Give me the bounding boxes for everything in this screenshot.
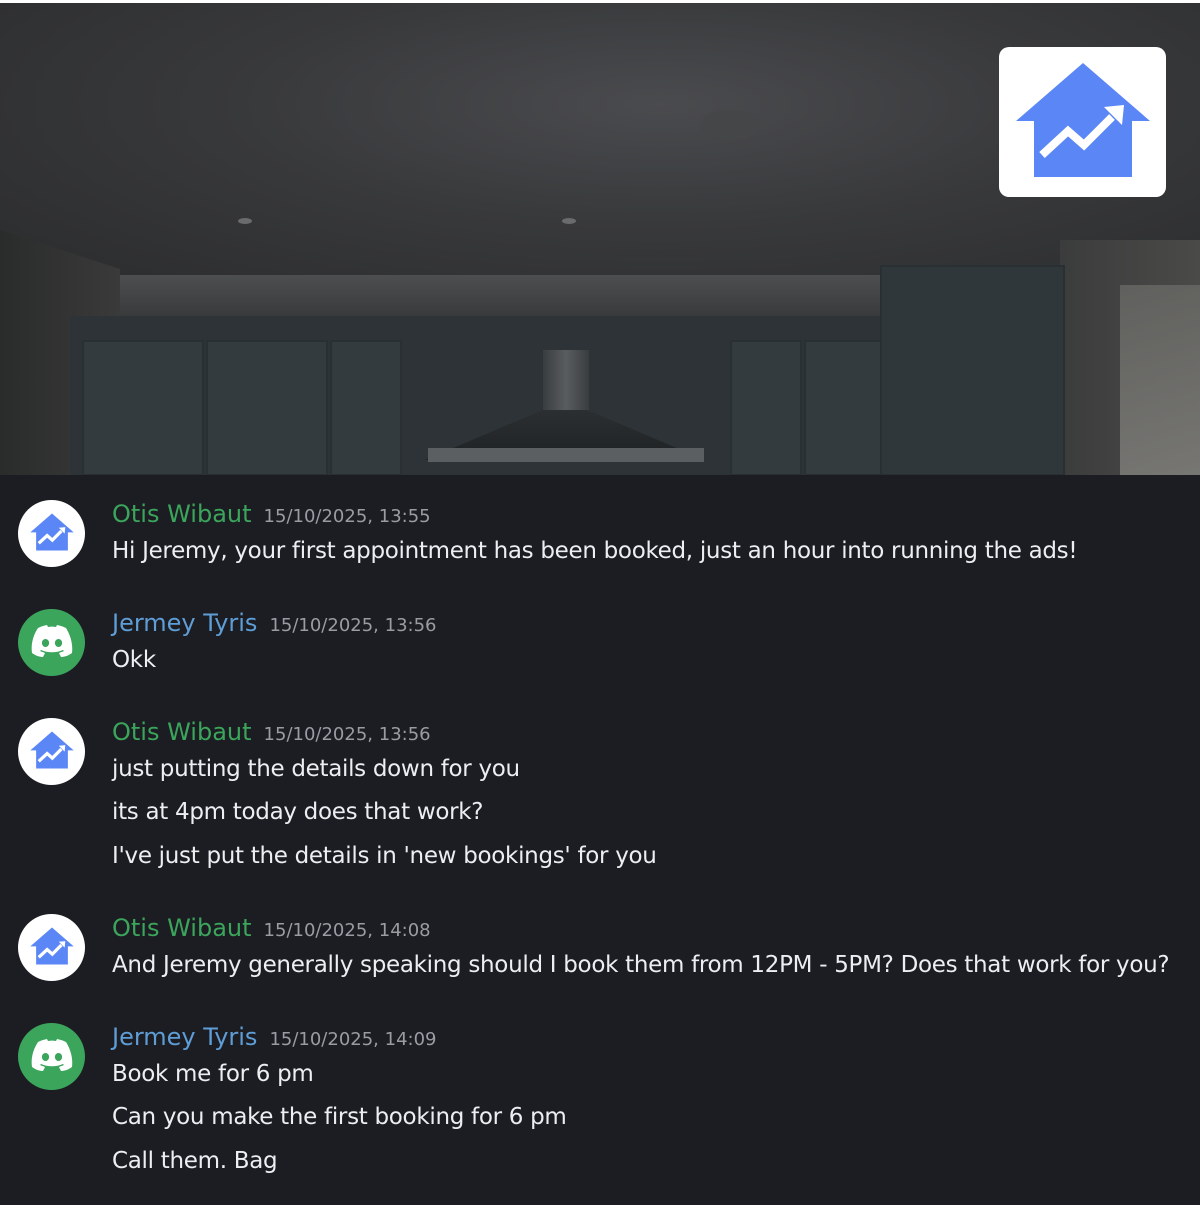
message-timestamp: 15/10/2025, 13:56 [263,724,431,745]
extractor-hood-base [428,448,704,462]
message-header: Otis Wibaut 15/10/2025, 14:08 [112,914,431,950]
brand-logo [999,47,1166,197]
avatar[interactable] [18,609,85,676]
author-name[interactable]: Otis Wibaut [112,500,252,528]
message-text: Call them. Bag [112,1148,278,1174]
ceiling-light [238,218,252,224]
house-chart-icon [29,926,75,970]
chat-message-list: Otis Wibaut 15/10/2025, 13:55 Hi Jeremy, … [0,475,1200,1205]
cabinet-door [206,340,328,475]
banner-window [1120,285,1200,475]
author-name[interactable]: Jermey Tyris [112,1023,257,1051]
message-text: And Jeremy generally speaking should I b… [112,952,1170,978]
message-header: Otis Wibaut 15/10/2025, 13:56 [112,718,431,754]
house-chart-icon [29,730,75,774]
message-header: Jermey Tyris 15/10/2025, 13:56 [112,609,437,645]
message-text: Hi Jeremy, your first appointment has be… [112,538,1078,564]
message-timestamp: 15/10/2025, 13:55 [263,506,431,527]
cabinet-door [330,340,402,475]
message-text: I've just put the details in 'new bookin… [112,843,657,869]
house-chart-icon [1012,59,1154,185]
avatar[interactable] [18,914,85,981]
discord-icon [31,1038,73,1075]
message-text: Can you make the first booking for 6 pm [112,1104,567,1130]
avatar[interactable] [18,718,85,785]
avatar[interactable] [18,500,85,567]
tall-cabinet [880,265,1065,475]
extractor-chimney [543,350,589,412]
message-timestamp: 15/10/2025, 14:09 [269,1029,437,1050]
cabinet-door [730,340,802,475]
message-text: Okk [112,647,156,673]
message-text: just putting the details down for you [112,756,520,782]
message-timestamp: 15/10/2025, 13:56 [269,615,437,636]
profile-banner [0,0,1200,475]
message-header: Otis Wibaut 15/10/2025, 13:55 [112,500,431,536]
author-name[interactable]: Jermey Tyris [112,609,257,637]
author-name[interactable]: Otis Wibaut [112,718,252,746]
ceiling-fixture [700,110,760,140]
message-text: its at 4pm today does that work? [112,799,484,825]
message-header: Jermey Tyris 15/10/2025, 14:09 [112,1023,437,1059]
author-name[interactable]: Otis Wibaut [112,914,252,942]
discord-icon [31,624,73,661]
cabinet-door [82,340,204,475]
ceiling-light [562,218,576,224]
message-text: Book me for 6 pm [112,1061,314,1087]
house-chart-icon [29,512,75,556]
avatar[interactable] [18,1023,85,1090]
message-timestamp: 15/10/2025, 14:08 [263,920,431,941]
